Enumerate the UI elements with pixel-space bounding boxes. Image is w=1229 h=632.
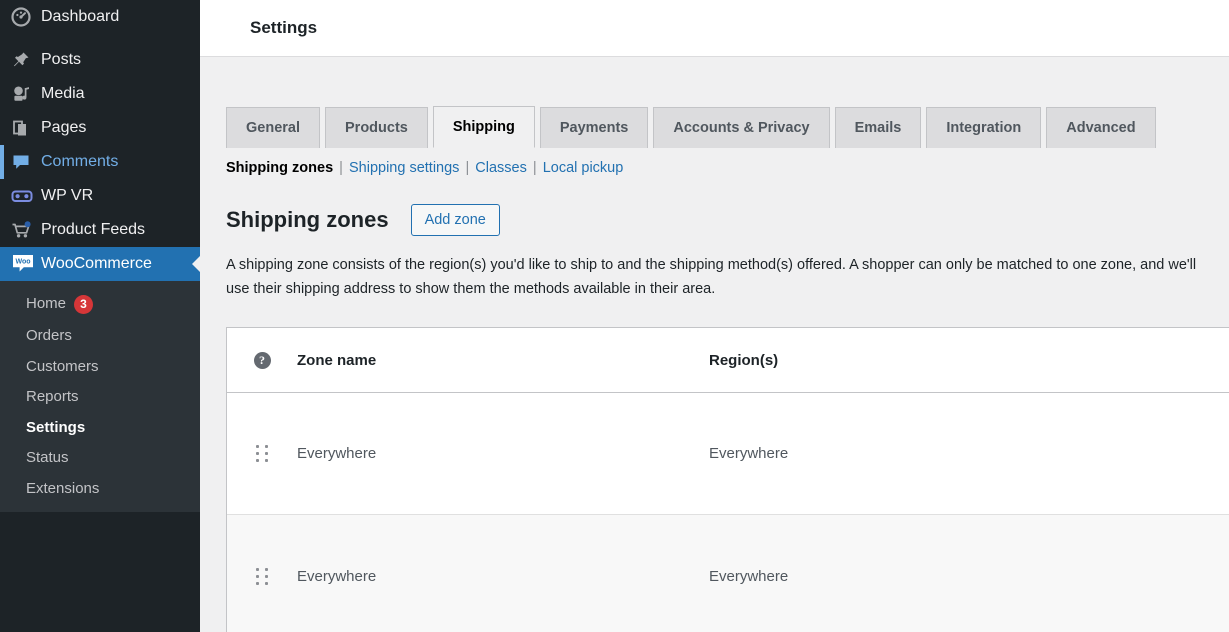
sidebar-item-label: Posts <box>41 51 82 68</box>
pin-icon <box>11 50 41 70</box>
subnav-separator: | <box>465 160 470 177</box>
tab-payments[interactable]: Payments <box>539 107 649 149</box>
sidebar-subitem-home[interactable]: Home 3 <box>0 288 200 321</box>
woocommerce-submenu: Home 3 Orders Customers Reports Settings… <box>0 281 200 512</box>
settings-tabs: General Products Shipping Payments Accou… <box>226 105 1229 149</box>
shopping-cart-icon <box>11 220 41 240</box>
sidebar-subitem-settings[interactable]: Settings <box>0 413 200 444</box>
help-icon[interactable]: ? <box>253 351 271 369</box>
sidebar-subitem-label: Home <box>26 295 67 313</box>
subnav-item-shipping-zones: Shipping zones <box>226 160 334 177</box>
sidebar-item-label: WP VR <box>41 187 94 204</box>
table-row[interactable]: Everywhere Everywhere <box>227 515 1229 632</box>
shipping-zones-description: A shipping zone consists of the region(s… <box>226 257 1197 297</box>
sidebar-item-posts[interactable]: Posts <box>0 43 200 77</box>
subnav-link-local-pickup[interactable]: Local pickup <box>543 160 624 176</box>
tab-emails[interactable]: Emails <box>834 107 922 149</box>
tab-accounts-privacy[interactable]: Accounts & Privacy <box>653 107 830 149</box>
sidebar-item-label: Pages <box>41 119 87 136</box>
woocommerce-icon: Woo <box>11 253 41 275</box>
column-header-zone-name: Zone name <box>297 351 377 369</box>
sidebar-item-dashboard[interactable]: Dashboard <box>0 0 200 34</box>
sidebar-subitem-customers[interactable]: Customers <box>0 352 200 383</box>
dashboard-icon <box>11 7 41 27</box>
tab-label: Products <box>345 120 408 136</box>
subnav-link-classes[interactable]: Classes <box>475 160 527 176</box>
main-area: Settings General Products Shipping Payme… <box>200 0 1229 632</box>
tab-advanced[interactable]: Advanced <box>1046 107 1156 149</box>
sidebar-item-woocommerce[interactable]: Woo WooCommerce <box>0 247 200 281</box>
shipping-zones-heading: Shipping zones <box>226 207 389 233</box>
tab-label: Shipping <box>452 119 515 135</box>
wordpress-admin-screen: Dashboard Posts Media Pages Comments WP … <box>0 0 1229 632</box>
row-handle-cell <box>227 567 297 585</box>
comment-bubble-icon <box>11 152 41 172</box>
sidebar-item-pages[interactable]: Pages <box>0 111 200 145</box>
table-header-row: ? Zone name Region(s) <box>227 328 1229 394</box>
sidebar-item-wp-vr[interactable]: WP VR <box>0 179 200 213</box>
cell-region: Everywhere <box>709 567 789 585</box>
tab-products[interactable]: Products <box>325 107 428 149</box>
admin-sidebar: Dashboard Posts Media Pages Comments WP … <box>0 0 200 632</box>
sidebar-subitem-label: Extensions <box>26 479 100 497</box>
sidebar-item-product-feeds[interactable]: Product Feeds <box>0 213 200 247</box>
tab-label: Emails <box>854 120 902 136</box>
sidebar-item-label: Comments <box>41 153 119 170</box>
subnav-separator: | <box>532 160 537 177</box>
sidebar-subitem-label: Orders <box>26 327 72 344</box>
sidebar-item-label: Media <box>41 85 85 102</box>
pages-icon <box>11 118 41 138</box>
sidebar-subitem-label: Reports <box>26 388 79 405</box>
sidebar-subitem-label: Customers <box>26 357 99 375</box>
shipping-zones-header: Shipping zones Add zone <box>226 204 1229 237</box>
subnav-separator: | <box>339 160 343 177</box>
sidebar-item-comments[interactable]: Comments <box>0 145 200 179</box>
tab-label: Accounts & Privacy <box>673 120 810 136</box>
tab-general[interactable]: General <box>226 107 320 149</box>
sidebar-item-label: Dashboard <box>41 8 120 25</box>
shipping-subnav: Shipping zones | Shipping settings | Cla… <box>226 160 1229 176</box>
tab-integration[interactable]: Integration <box>926 107 1042 149</box>
settings-content: General Products Shipping Payments Accou… <box>200 57 1229 632</box>
tab-label: Payments <box>559 120 629 136</box>
subnav-link-shipping-settings[interactable]: Shipping settings <box>349 160 459 176</box>
drag-handle-icon[interactable] <box>255 567 269 585</box>
sidebar-subitem-reports[interactable]: Reports <box>0 382 200 413</box>
add-zone-button[interactable]: Add zone <box>410 204 500 237</box>
tab-label: General <box>246 120 300 136</box>
sidebar-subitem-label: Status <box>26 449 69 466</box>
sidebar-item-media[interactable]: Media <box>0 77 200 111</box>
tab-label: Integration <box>946 120 1022 136</box>
page-header-bar: Settings <box>200 0 1229 57</box>
cell-zone-name[interactable]: Everywhere <box>297 568 709 585</box>
sidebar-item-label: Product Feeds <box>41 221 146 238</box>
sidebar-subitem-label: Settings <box>26 418 86 436</box>
sidebar-subitem-status[interactable]: Status <box>0 443 200 474</box>
sidebar-item-label: WooCommerce <box>41 255 152 272</box>
row-handle-cell <box>227 445 297 463</box>
tab-label: Advanced <box>1066 120 1136 136</box>
sidebar-subitem-extensions[interactable]: Extensions <box>0 474 200 505</box>
table-row[interactable]: Everywhere Everywhere <box>227 393 1229 516</box>
sidebar-subitem-orders[interactable]: Orders <box>0 321 200 352</box>
svg-text:Woo: Woo <box>15 259 30 266</box>
media-icon <box>11 84 41 104</box>
page-title: Settings <box>250 18 318 37</box>
cell-zone-name[interactable]: Everywhere <box>297 445 709 462</box>
column-header-regions: Region(s) <box>709 351 779 369</box>
drag-handle-icon[interactable] <box>255 445 269 463</box>
vr-goggles-icon <box>11 186 41 206</box>
column-help: ? <box>227 351 297 369</box>
shipping-zones-table: ? Zone name Region(s) Everywhere Everywh… <box>226 327 1229 632</box>
cell-region: Everywhere <box>709 445 789 463</box>
tab-shipping[interactable]: Shipping <box>432 106 535 149</box>
home-notification-badge: 3 <box>74 295 94 314</box>
